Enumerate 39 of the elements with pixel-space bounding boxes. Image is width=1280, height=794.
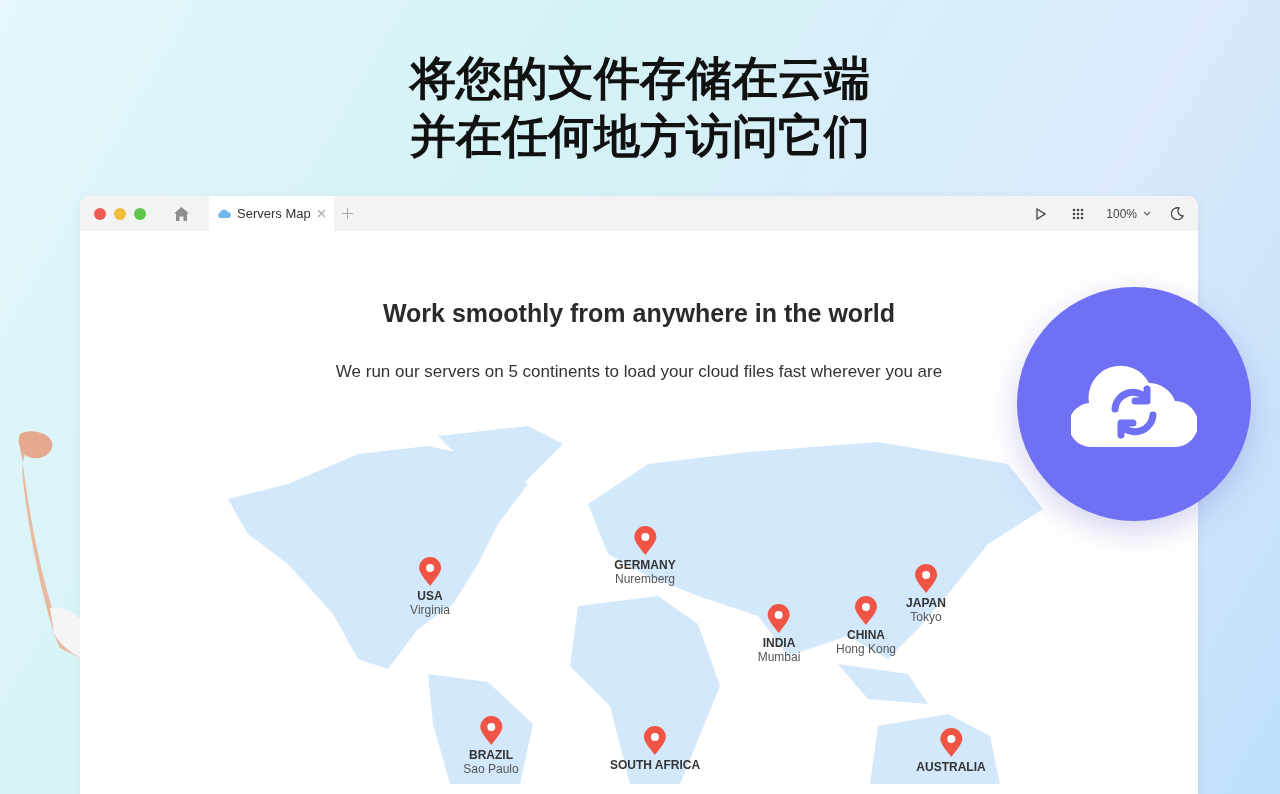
location-pin-icon <box>643 726 667 756</box>
browser-tab[interactable]: Servers Map <box>209 196 334 231</box>
city-label: Hong Kong <box>836 642 896 656</box>
location-pin-icon <box>633 526 657 556</box>
chevron-down-icon <box>1143 211 1151 216</box>
country-label: BRAZIL <box>469 748 513 762</box>
location-pin-icon <box>767 604 791 634</box>
minimize-window-button[interactable] <box>114 207 126 220</box>
city-label: Sao Paulo <box>463 762 519 776</box>
country-label: CHINA <box>847 628 885 642</box>
play-icon[interactable] <box>1036 207 1047 220</box>
zoom-dropdown[interactable]: 100% <box>1106 206 1151 221</box>
page-subtitle: We run our servers on 5 continents to load your cloud files fast wherever you are <box>335 362 943 382</box>
close-window-button[interactable] <box>94 207 106 220</box>
grid-icon[interactable] <box>1072 207 1085 220</box>
country-label: GERMANY <box>614 558 676 572</box>
headline-text: 将您的文件存储在云端 <box>410 50 870 106</box>
moon-icon[interactable] <box>1171 207 1184 220</box>
location-pin-icon <box>939 728 963 758</box>
page-title: Work smoothly from anywhere in the world <box>382 299 896 328</box>
city-label: Nuremberg <box>615 572 675 586</box>
country-label: INDIA <box>762 636 796 650</box>
country-label: JAPAN <box>906 596 946 610</box>
headline-text: 并在任何地方访问它们 <box>410 108 870 164</box>
country-label: SOUTH AFRICA <box>609 758 701 772</box>
maximize-window-button[interactable] <box>134 207 146 220</box>
close-icon[interactable] <box>316 209 326 218</box>
city-label: Tokyo <box>910 610 942 624</box>
location-pin-icon <box>479 716 503 746</box>
country-label: AUSTRALIA <box>916 760 986 774</box>
city-label: Virginia <box>410 603 450 617</box>
country-label: USA <box>417 589 443 603</box>
plus-icon[interactable] <box>341 208 353 219</box>
city-label: Mumbai <box>757 650 801 664</box>
cloud-icon <box>217 209 231 218</box>
home-icon[interactable] <box>174 206 189 221</box>
location-pin-icon <box>418 557 442 587</box>
location-pin-icon <box>854 596 878 626</box>
location-pin-icon <box>914 564 938 594</box>
